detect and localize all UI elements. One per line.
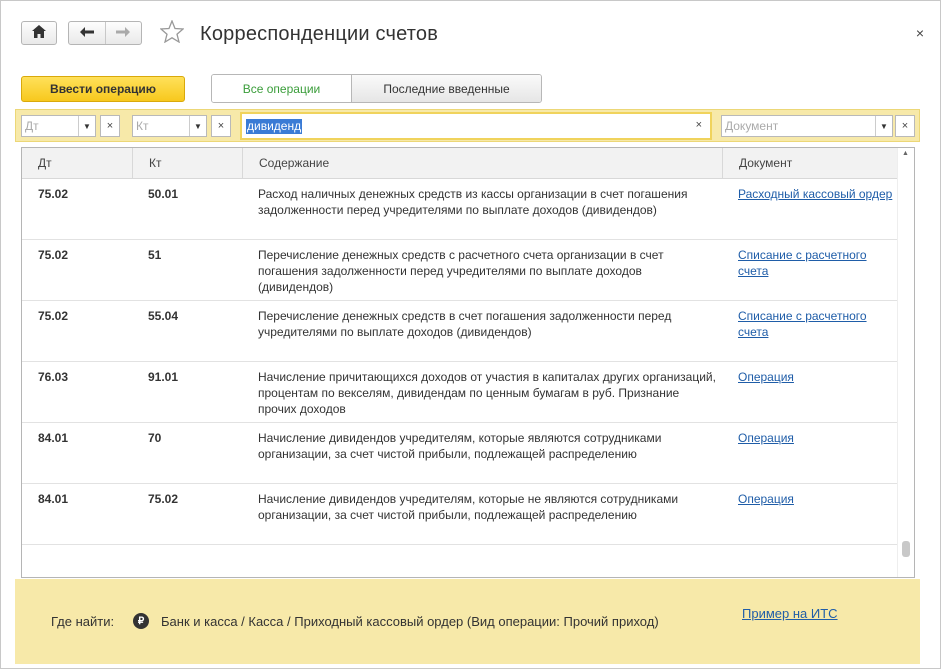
cell-kt: 55.04 [148,309,179,323]
cell-dt: 84.01 [38,492,69,506]
dt-filter-field[interactable]: Дт ▼ [21,115,96,137]
kt-clear-button[interactable]: × [211,115,231,137]
cell-description: Перечисление денежных средств с расчетно… [258,248,664,294]
cell-kt: 70 [148,431,162,445]
table-header: Дт Кт Содержание Документ [22,148,898,179]
home-button[interactable] [21,21,57,45]
close-button[interactable]: × [916,25,924,41]
tab-all-operations[interactable]: Все операции [212,75,351,102]
table-row[interactable]: 84.01 75.02 Начисление дивидендов учреди… [22,484,898,545]
column-header-document[interactable]: Документ [722,148,898,179]
chevron-down-icon[interactable]: ▼ [875,116,892,136]
search-input[interactable]: дивиденд × [240,112,712,140]
operations-tabs: Все операции Последние введенные [211,74,542,103]
document-link[interactable]: Списание с расчетного счета [738,247,898,279]
tab-recent-operations[interactable]: Последние введенные [351,75,541,102]
document-link[interactable]: Расходный кассовый ордер [738,186,898,202]
kt-filter-placeholder: Кт [136,119,149,133]
navigation-buttons [68,21,142,45]
column-header-kt[interactable]: Кт [132,148,242,179]
table-row[interactable]: 75.02 50.01 Расход наличных денежных сре… [22,179,898,240]
table-row[interactable]: 75.02 51 Перечисление денежных средств с… [22,240,898,301]
search-clear-button[interactable]: × [696,119,702,131]
cell-dt: 84.01 [38,431,69,445]
forward-button[interactable] [104,22,142,44]
chevron-down-icon[interactable]: ▼ [189,116,206,136]
page-title: Корреспонденции счетов [200,23,439,45]
dt-clear-button[interactable]: × [100,115,120,137]
cell-description: Начисление причитающихся доходов от учас… [258,370,716,416]
cell-kt: 50.01 [148,187,179,201]
where-to-find-label: Где найти: [51,614,115,629]
column-header-dt[interactable]: Дт [22,148,132,179]
arrow-right-icon [116,26,131,40]
ruble-icon: ₽ [133,613,149,629]
table-row[interactable]: 76.03 91.01 Начисление причитающихся дох… [22,362,898,423]
cell-description: Перечисление денежных средств в счет пог… [258,309,672,339]
table-body: 75.02 50.01 Расход наличных денежных сре… [22,179,898,545]
column-header-content[interactable]: Содержание [242,148,722,179]
star-icon [159,19,185,46]
home-icon [32,25,46,41]
cell-dt: 75.02 [38,187,69,201]
correspondence-window: Корреспонденции счетов × Ввести операцию… [0,0,941,669]
table-row[interactable]: 84.01 70 Начисление дивидендов учредител… [22,423,898,484]
document-link[interactable]: Операция [738,430,898,446]
enter-operation-button[interactable]: Ввести операцию [21,76,185,102]
kt-filter-field[interactable]: Кт ▼ [132,115,207,137]
cell-dt: 76.03 [38,370,69,384]
document-link[interactable]: Операция [738,369,898,385]
cell-description: Начисление дивидендов учредителям, котор… [258,431,662,461]
correspondence-table: Дт Кт Содержание Документ 75.02 50.01 Ра… [21,147,915,578]
its-example-link[interactable]: Пример на ИТС [742,606,838,621]
scroll-up-icon[interactable]: ▲ [902,150,909,157]
filter-bar: Дт ▼ × Кт ▼ × дивиденд × Документ ▼ × [15,109,920,142]
document-filter-field[interactable]: Документ ▼ [721,115,893,137]
dt-filter-placeholder: Дт [25,119,39,133]
arrow-left-icon [79,26,94,40]
search-value: дивиденд [246,118,303,134]
chevron-down-icon[interactable]: ▼ [78,116,95,136]
document-filter-placeholder: Документ [725,119,779,133]
table-row[interactable]: 75.02 55.04 Перечисление денежных средст… [22,301,898,362]
where-to-find-path: Банк и касса / Касса / Приходный кассовы… [161,614,659,629]
where-to-find-panel: Где найти: ₽ Банк и касса / Касса / Прих… [15,579,920,664]
cell-kt: 91.01 [148,370,179,384]
cell-description: Расход наличных денежных средств из касс… [258,187,688,217]
cell-dt: 75.02 [38,248,69,262]
back-button[interactable] [69,22,105,44]
cell-kt: 51 [148,248,162,262]
document-link[interactable]: Списание с расчетного счета [738,308,898,340]
favorite-button[interactable] [158,19,186,47]
document-link[interactable]: Операция [738,491,898,507]
vertical-scrollbar[interactable]: ▲ [897,148,914,577]
scrollbar-thumb[interactable] [902,541,910,557]
cell-description: Начисление дивидендов учредителям, котор… [258,492,679,522]
cell-kt: 75.02 [148,492,179,506]
document-clear-button[interactable]: × [895,115,915,137]
cell-dt: 75.02 [38,309,69,323]
